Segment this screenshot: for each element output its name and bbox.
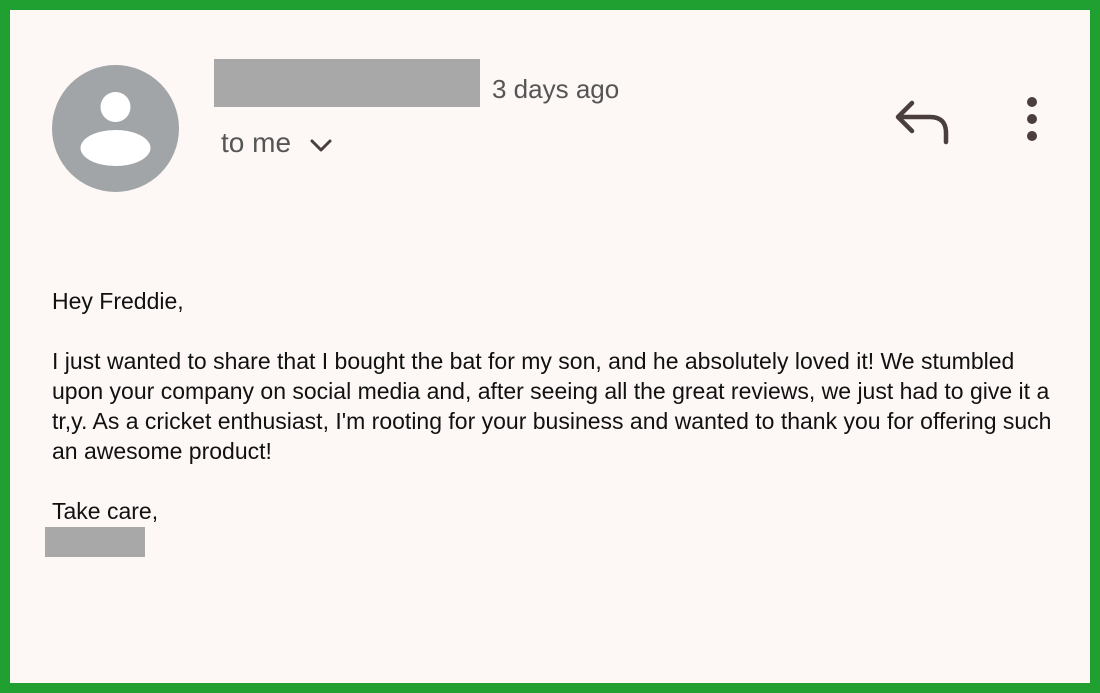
email-body: Hey Freddie, I just wanted to share that… — [45, 286, 1052, 557]
more-vert-icon — [1027, 97, 1037, 141]
reply-icon — [895, 100, 949, 145]
recipients-toggle[interactable]: to me — [221, 127, 333, 159]
sender-name-redacted — [214, 59, 480, 107]
email-view: 3 days ago to me Hey Freddie, I just wan… — [0, 0, 1100, 693]
more-options-button[interactable] — [1010, 94, 1054, 144]
sender-avatar-icon[interactable] — [52, 65, 179, 192]
email-message: I just wanted to share that I bought the… — [52, 348, 1052, 464]
signature-redacted — [45, 527, 145, 557]
recipients-label: to me — [221, 127, 292, 158]
email-timestamp: 3 days ago — [492, 74, 620, 104]
email-closing: Take care, — [52, 498, 159, 524]
reply-button[interactable] — [892, 96, 950, 146]
email-greeting: Hey Freddie, — [52, 288, 184, 314]
chevron-down-icon — [310, 139, 332, 152]
